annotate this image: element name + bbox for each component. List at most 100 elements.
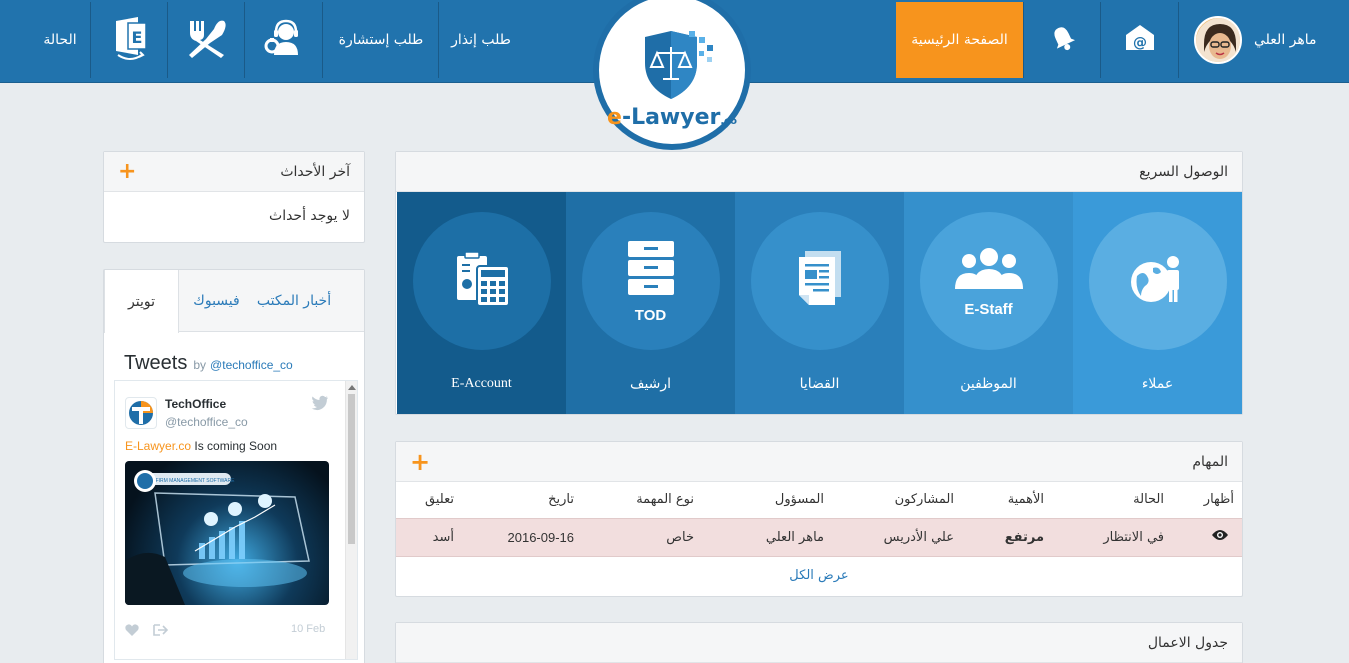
tile-circle [1088,212,1227,350]
tile-staff-label: الموظفين [960,376,1017,392]
tweet-date[interactable]: 10 Feb [291,623,325,635]
divider [1100,2,1101,78]
tile-archive[interactable]: TOD ارشيف [566,192,735,414]
row-priority: مرتفع [962,517,1052,557]
tab-twitter[interactable]: تويتر [104,270,179,333]
nav-consult-request[interactable]: طلب إستشارة [324,0,438,80]
nav-status[interactable]: الحالة [30,0,90,80]
tile-archive-sub: TOD [634,306,667,324]
eye-icon[interactable] [1212,530,1228,545]
divider [1023,2,1024,78]
support-headset-icon [262,18,306,62]
cases-documents-icon [795,249,845,313]
divider [322,2,323,78]
col-show: أظهار [1203,492,1234,508]
add-event-button[interactable]: + [118,160,136,182]
tile-clients-label: عملاء [1141,376,1174,392]
nav-status-label: الحالة [43,32,77,48]
quick-access-panel: الوصول السريع عملاء E-Staff الموظفين الق… [395,151,1243,415]
col-priority[interactable]: الأهمية [962,482,1052,518]
tools-button[interactable] [169,0,244,80]
tile-staff-sub: E-Staff [964,300,1013,318]
row-status: في الانتظار [1052,517,1172,557]
schedule-title: جدول الاعمال [1147,634,1228,651]
tab-office-news[interactable]: أخبار المكتب [254,270,334,331]
tile-circle: E-Staff [919,212,1058,350]
user-name: ماهر العلي [1254,32,1317,48]
tile-cases-label: القضايا [799,376,840,392]
tile-circle [412,212,551,350]
tab-facebook[interactable]: فيسبوك [179,270,254,331]
quick-access-header: الوصول السريع [396,152,1242,192]
tweet-author[interactable]: TechOffice [165,397,226,411]
col-type[interactable]: نوع المهمة [582,482,702,518]
row-participants: علي الأدريس [832,517,962,557]
notifications-button[interactable] [1025,0,1100,80]
tab-spacer [334,270,364,331]
nav-consult-request-label: طلب إستشارة [338,32,424,48]
divider [438,2,439,78]
col-status[interactable]: الحالة [1052,482,1172,518]
svg-text:@: @ [1133,35,1147,51]
tweet-text: E-Lawyer.co Is coming Soon [125,439,277,453]
row-owner: ماهر العلي [702,517,832,557]
language-button[interactable]: E [92,0,167,80]
schedule-panel: جدول الاعمال [395,622,1243,663]
support-button[interactable] [246,0,322,80]
scroll-thumb[interactable] [348,394,355,544]
quick-access-title: الوصول السريع [1139,163,1228,180]
share-icon[interactable] [153,621,169,640]
tweet-link[interactable]: E-Lawyer.co [125,439,191,453]
tile-staff[interactable]: E-Staff الموظفين [904,192,1073,414]
view-all-link[interactable]: عرض الكل [396,557,1242,595]
tile-accounting-label: E-Account [451,376,512,391]
mail-icon: @ [1123,23,1157,57]
tweet-author-avatar[interactable] [125,397,157,429]
events-panel: آخر الأحداث + لا يوجد أحداث [103,151,365,243]
tweets-by: by [193,358,207,372]
tasks-header: المهام + [396,442,1242,482]
archive-cabinet-icon [626,239,676,301]
nav-home-label: الصفحة الرئيسية [911,32,1008,48]
divider [167,2,168,78]
col-owner[interactable]: المسؤول [702,482,832,518]
tweet-timeline[interactable]: TechOffice @techoffice_co E-Lawyer.co Is… [114,380,358,660]
table-header-row: أظهار الحالة الأهمية المشاركون المسؤول ن… [396,482,1242,518]
user-menu[interactable]: ماهر العلي [1180,0,1349,80]
tile-circle [750,212,889,350]
tile-clients[interactable]: عملاء [1073,192,1242,414]
tasks-table: أظهار الحالة الأهمية المشاركون المسؤول ن… [396,482,1242,557]
scroll-up-arrow[interactable] [347,385,356,390]
tweet-scrollbar[interactable] [345,381,357,659]
events-header: آخر الأحداث + [104,152,364,192]
tweets-title: Tweets [124,352,188,374]
staff-group-icon [953,245,1025,295]
tweet-handle[interactable]: @techoffice_co [165,415,248,429]
events-title: آخر الأحداث [280,163,350,180]
add-task-button[interactable]: + [410,450,430,474]
svg-text:E: E [131,28,142,47]
logo-e: e [607,104,622,130]
twitter-bird-icon[interactable] [311,395,329,415]
logo-tld: .co [720,115,737,127]
col-comment[interactable]: تعليق [396,482,462,518]
messages-button[interactable]: @ [1102,0,1178,80]
tile-accounting[interactable]: E-Account [397,192,566,414]
events-empty-text: لا يوجد أحداث [269,208,350,224]
tweets-widget-header: Tweets by @techoffice_co [124,352,293,375]
quick-access-tiles: عملاء E-Staff الموظفين القضايا TOD ارشيف… [396,192,1242,414]
tasks-panel: المهام + أظهار الحالة الأهمية المشاركون … [395,441,1243,597]
tile-cases[interactable]: القضايا [735,192,904,414]
table-row[interactable]: في الانتظار مرتفع علي الأدريس ماهر العلي… [396,517,1242,557]
row-type: خاص [582,517,702,557]
tweets-handle-link[interactable]: @techoffice_co [210,358,293,372]
app-logo[interactable]: e-Lawyer.co [593,0,751,150]
tweet-media-image[interactable]: LAW FIRM MANAGEMENT SOFTWARE [125,461,329,605]
nav-warning-request[interactable]: طلب إنذار [440,0,522,80]
shield-scales-icon [645,30,713,99]
row-view[interactable] [1172,517,1242,557]
col-date[interactable]: تاريخ [462,482,582,518]
nav-home[interactable]: الصفحة الرئيسية [896,2,1023,78]
col-participants[interactable]: المشاركون [832,482,962,518]
like-heart-icon[interactable] [125,621,139,640]
